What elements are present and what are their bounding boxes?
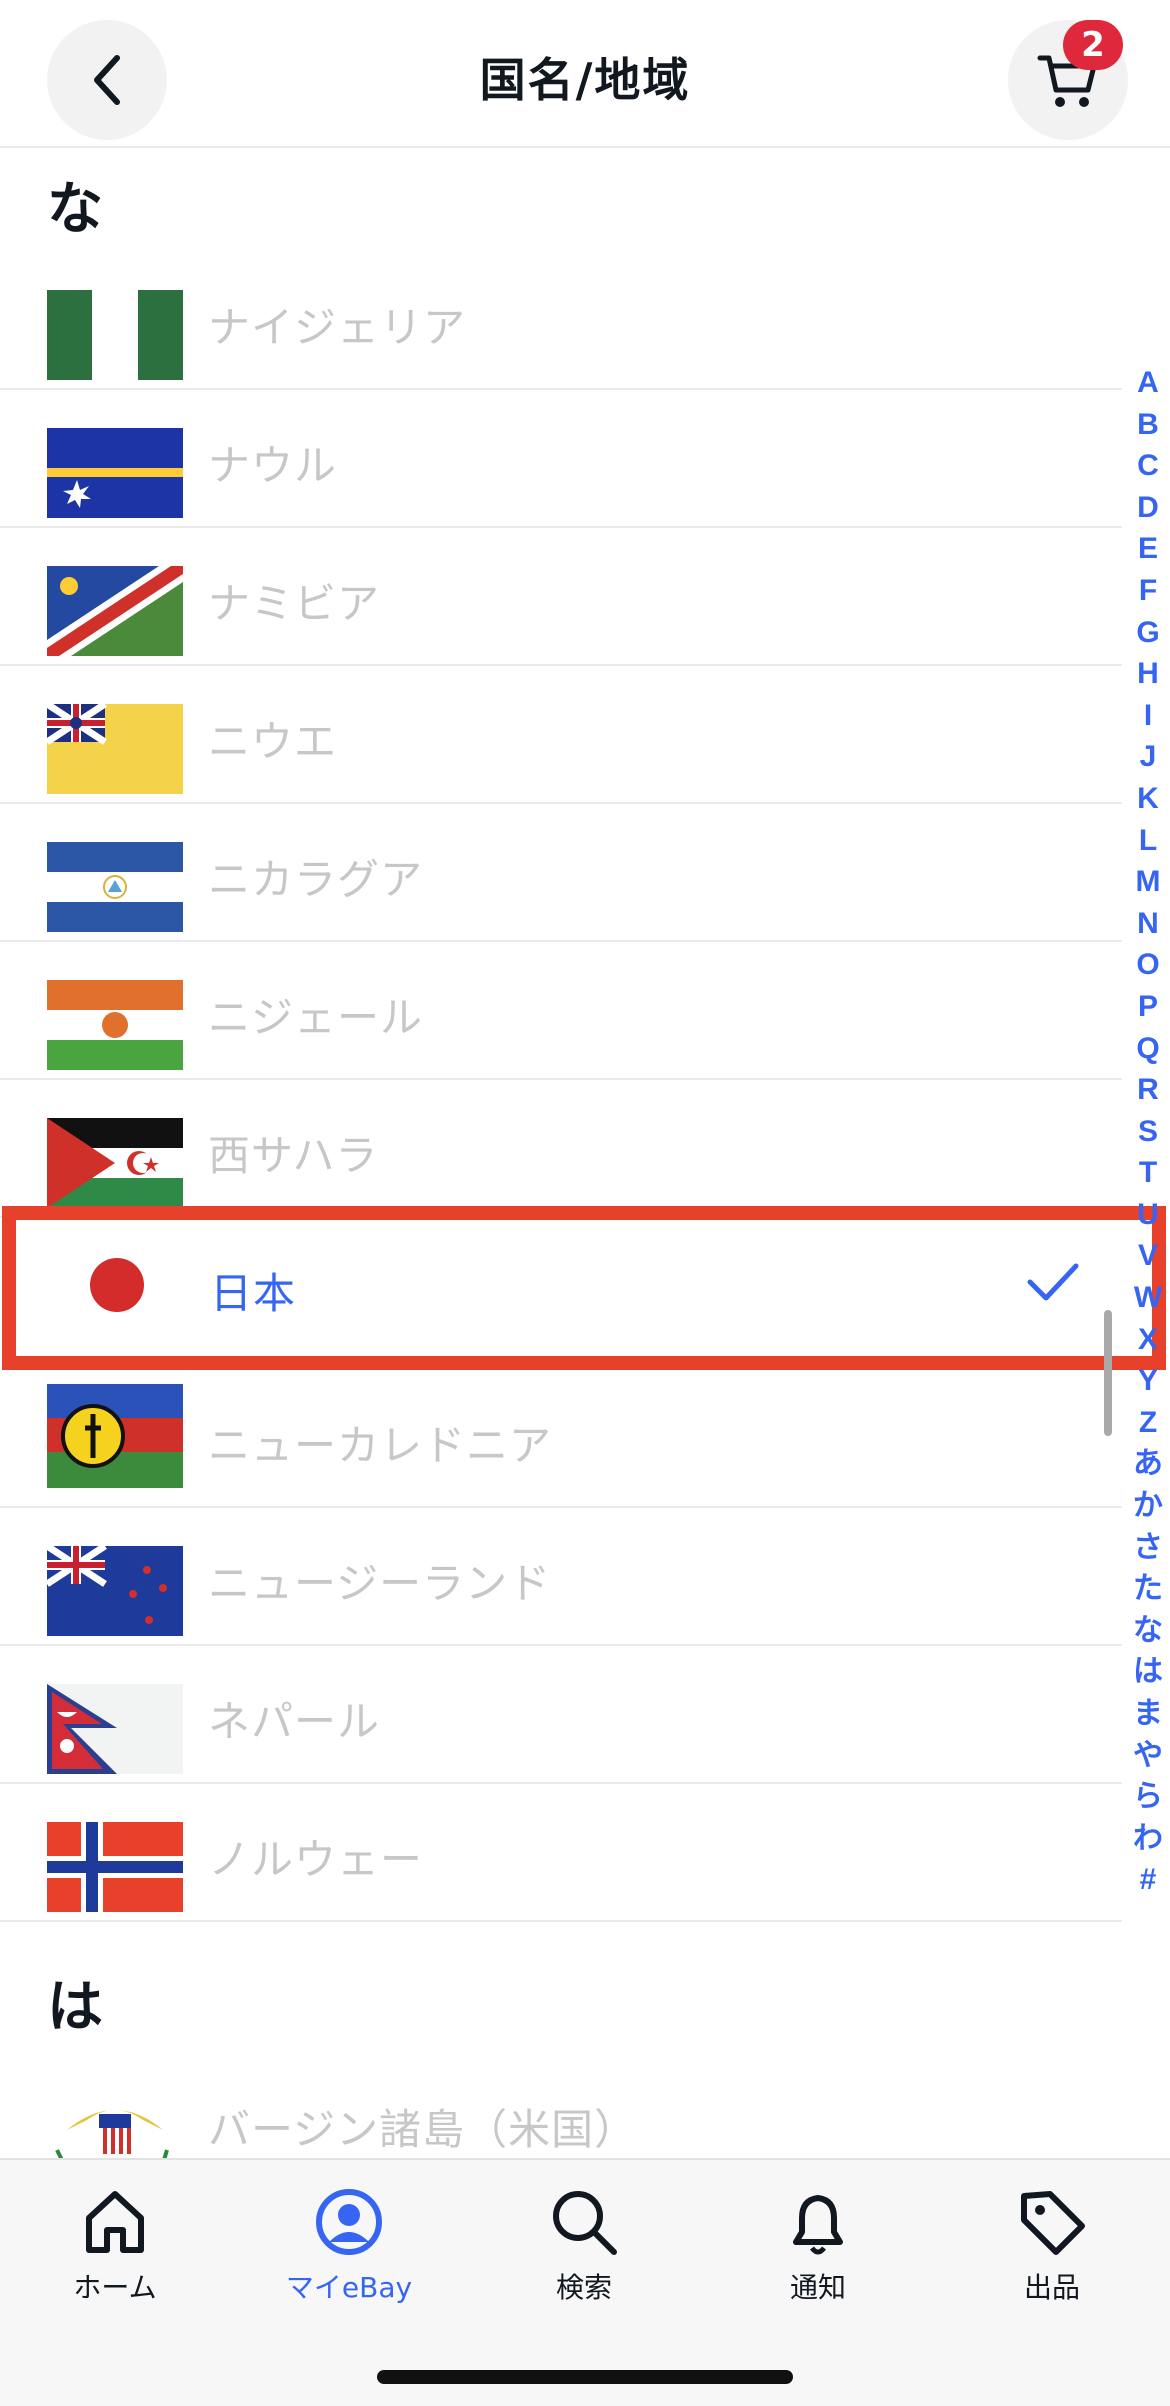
index-letter[interactable]: ら bbox=[1128, 1776, 1168, 1818]
country-label: ニウエ bbox=[208, 717, 338, 766]
country-row-niue[interactable]: ニウエ bbox=[0, 666, 1122, 804]
country-row-namibia[interactable]: ナミビア bbox=[0, 528, 1122, 666]
namibia-flag-icon bbox=[47, 566, 183, 656]
index-letter[interactable]: Y bbox=[1128, 1360, 1168, 1402]
home-indicator bbox=[377, 2370, 793, 2384]
nav-my-ebay[interactable]: マイeBay bbox=[259, 2186, 439, 2326]
index-letter[interactable]: な bbox=[1128, 1610, 1168, 1652]
index-letter[interactable]: か bbox=[1128, 1485, 1168, 1527]
index-letter[interactable]: J bbox=[1128, 736, 1168, 778]
niue-flag-icon bbox=[47, 704, 183, 794]
page-title: 国名/地域 bbox=[479, 53, 691, 107]
index-letter[interactable]: や bbox=[1128, 1735, 1168, 1777]
nav-home[interactable]: ホーム bbox=[25, 2186, 205, 2326]
index-letter[interactable]: E bbox=[1128, 528, 1168, 570]
index-letter[interactable]: W bbox=[1128, 1277, 1168, 1319]
country-row-japan-selected[interactable]: 日本 bbox=[2, 1206, 1166, 1370]
index-letter[interactable]: B bbox=[1128, 404, 1168, 446]
section-header-ha: は bbox=[47, 1975, 103, 2040]
index-letter[interactable]: N bbox=[1128, 903, 1168, 945]
cart-count-badge: 2 bbox=[1063, 20, 1123, 70]
index-letter[interactable]: V bbox=[1128, 1235, 1168, 1277]
country-row-new-caledonia[interactable]: ニューカレドニア bbox=[0, 1370, 1122, 1508]
index-letter[interactable]: A bbox=[1128, 362, 1168, 404]
new-caledonia-flag-icon bbox=[47, 1384, 183, 1488]
index-letter[interactable]: # bbox=[1128, 1859, 1168, 1901]
nicaragua-flag-icon bbox=[47, 842, 183, 932]
index-letter[interactable]: F bbox=[1128, 570, 1168, 612]
index-letter[interactable]: さ bbox=[1128, 1527, 1168, 1569]
index-letter[interactable]: I bbox=[1128, 695, 1168, 737]
index-letter[interactable]: L bbox=[1128, 820, 1168, 862]
nav-sell-label: 出品 bbox=[1023, 2271, 1080, 2304]
index-letter[interactable]: S bbox=[1128, 1111, 1168, 1153]
country-label: ニカラグア bbox=[208, 855, 424, 904]
nepal-flag-icon bbox=[47, 1684, 183, 1774]
country-label: ナウル bbox=[208, 441, 338, 490]
tag-icon bbox=[1021, 2191, 1085, 2255]
country-row-niger[interactable]: ニジェール bbox=[0, 942, 1122, 1080]
index-letter[interactable]: あ bbox=[1128, 1443, 1168, 1485]
bottom-nav: ホーム マイeBay 検索 通知 出品 bbox=[0, 2158, 1170, 2406]
country-label: ノルウェー bbox=[208, 1835, 424, 1884]
japan-flag-icon bbox=[90, 1258, 144, 1312]
country-label: ネパール bbox=[208, 1697, 381, 1746]
bell-icon bbox=[793, 2195, 843, 2255]
checkmark-icon bbox=[1027, 1263, 1079, 1301]
country-label: ナミビア bbox=[208, 579, 381, 628]
country-row-nigeria[interactable]: ナイジェリア bbox=[0, 252, 1122, 390]
country-label: ニジェール bbox=[208, 993, 424, 1042]
index-letter[interactable]: U bbox=[1128, 1194, 1168, 1236]
niger-flag-icon bbox=[47, 980, 183, 1070]
index-letter[interactable]: O bbox=[1128, 944, 1168, 986]
section-header-na: な bbox=[47, 177, 103, 242]
nav-home-label: ホーム bbox=[73, 2271, 157, 2304]
index-letter[interactable]: Z bbox=[1128, 1402, 1168, 1444]
country-row-western-sahara[interactable]: 西サハラ bbox=[0, 1080, 1122, 1218]
index-letter[interactable]: C bbox=[1128, 445, 1168, 487]
profile-icon bbox=[316, 2189, 382, 2255]
index-letter[interactable]: は bbox=[1128, 1651, 1168, 1693]
index-letter[interactable]: R bbox=[1128, 1069, 1168, 1111]
new-zealand-flag-icon bbox=[47, 1546, 183, 1636]
search-icon bbox=[553, 2191, 617, 2255]
index-letter[interactable]: た bbox=[1128, 1568, 1168, 1610]
nauru-flag-icon bbox=[47, 428, 183, 518]
index-letter[interactable]: X bbox=[1128, 1319, 1168, 1361]
country-label: バージン諸島（米国） bbox=[208, 2105, 638, 2154]
index-letter[interactable]: わ bbox=[1128, 1818, 1168, 1860]
nav-search-label: 検索 bbox=[555, 2271, 612, 2304]
norway-flag-icon bbox=[47, 1822, 183, 1912]
western-sahara-flag-icon bbox=[47, 1118, 183, 1208]
index-letter[interactable]: T bbox=[1128, 1152, 1168, 1194]
nav-my-ebay-label: マイeBay bbox=[285, 2271, 413, 2304]
nav-sell[interactable]: 出品 bbox=[962, 2186, 1142, 2326]
index-letter[interactable]: G bbox=[1128, 612, 1168, 654]
index-letter[interactable]: ま bbox=[1128, 1693, 1168, 1735]
scrollbar[interactable] bbox=[1104, 1310, 1112, 1436]
country-label: ニューカレドニア bbox=[208, 1421, 553, 1470]
country-label: ナイジェリア bbox=[208, 303, 467, 352]
country-label-selected: 日本 bbox=[210, 1269, 297, 1318]
country-row-nepal[interactable]: ネパール bbox=[0, 1646, 1122, 1784]
nav-search[interactable]: 検索 bbox=[494, 2186, 674, 2326]
country-row-norway[interactable]: ノルウェー bbox=[0, 1784, 1122, 1922]
nigeria-flag-icon bbox=[47, 290, 183, 380]
country-row-nauru[interactable]: ナウル bbox=[0, 390, 1122, 528]
alphabet-index[interactable]: A B C D E F G H I J K L M N O P Q R S T U V W X Y Z あかさたなはまやらわ # bbox=[1128, 362, 1168, 1901]
index-letter[interactable]: H bbox=[1128, 653, 1168, 695]
nav-notifications-label: 通知 bbox=[789, 2271, 846, 2304]
index-letter[interactable]: P bbox=[1128, 986, 1168, 1028]
country-row-nicaragua[interactable]: ニカラグア bbox=[0, 804, 1122, 942]
home-icon bbox=[86, 2191, 144, 2253]
country-label: ニュージーランド bbox=[208, 1559, 552, 1608]
index-letter[interactable]: D bbox=[1128, 487, 1168, 529]
index-letter[interactable]: Q bbox=[1128, 1028, 1168, 1070]
country-row-new-zealand[interactable]: ニュージーランド bbox=[0, 1508, 1122, 1646]
index-letter[interactable]: M bbox=[1128, 861, 1168, 903]
country-label: 西サハラ bbox=[208, 1131, 379, 1180]
index-letter[interactable]: K bbox=[1128, 778, 1168, 820]
nav-notifications[interactable]: 通知 bbox=[728, 2186, 908, 2326]
header: 国名/地域 2 bbox=[0, 0, 1170, 148]
